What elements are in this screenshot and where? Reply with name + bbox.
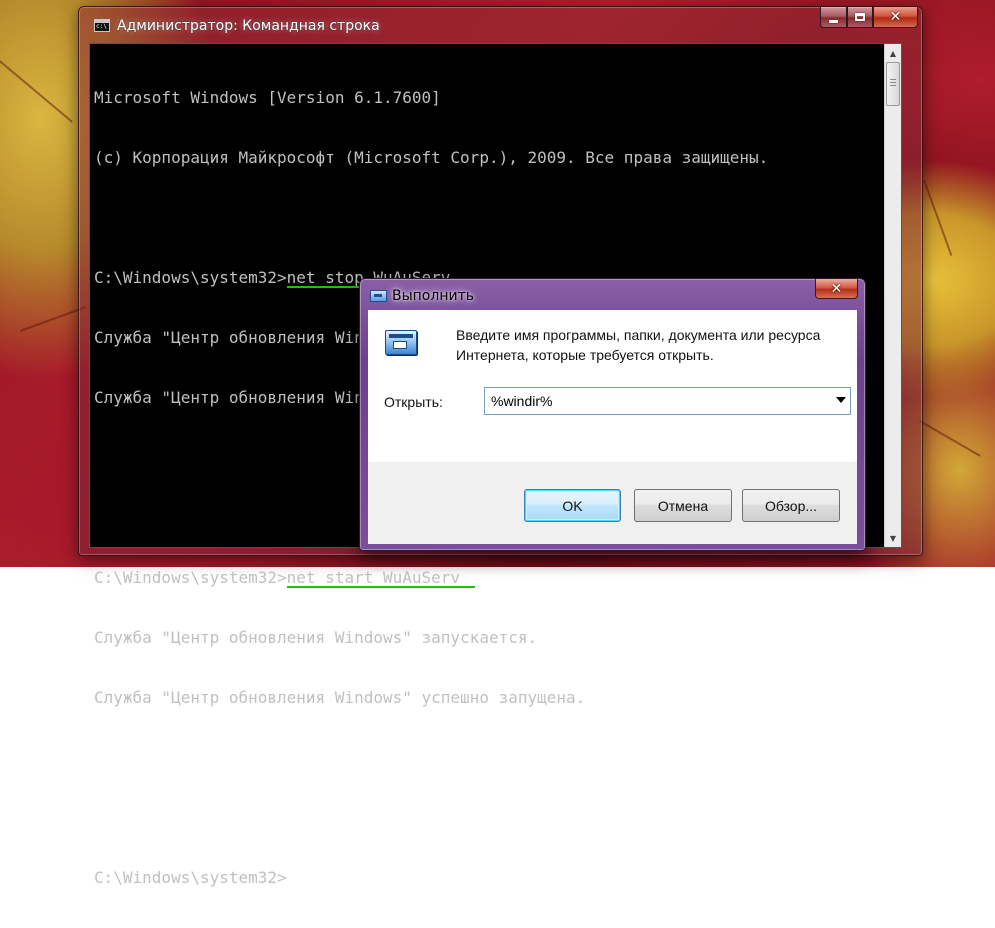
console-command-line: C:\Windows\system32>net start WuAuServ <box>94 568 768 588</box>
scroll-up-icon[interactable]: ▲ <box>886 45 900 61</box>
wallpaper-leaf-vein <box>0 60 73 123</box>
cmd-caption-buttons: ✕ <box>820 7 918 31</box>
run-description: Введите имя программы, папки, документа … <box>456 327 821 363</box>
cancel-button[interactable]: Отмена <box>634 489 732 522</box>
run-titlebar[interactable]: Выполнить ✕ <box>360 279 865 309</box>
console-line: Служба "Центр обновления Windows" запуск… <box>94 628 538 647</box>
open-input[interactable] <box>485 388 825 414</box>
close-icon: ✕ <box>889 9 902 25</box>
console-line: (c) Корпорация Майкрософт (Microsoft Cor… <box>94 148 769 167</box>
run-program-icon <box>385 330 417 355</box>
open-label: Открыть: <box>384 394 443 410</box>
wallpaper-leaf-vein <box>923 180 953 256</box>
close-button[interactable]: ✕ <box>873 7 918 28</box>
maximize-button[interactable] <box>847 7 873 28</box>
vertical-scrollbar[interactable]: ▲ ▼ <box>884 44 901 547</box>
console-prompt: C:\Windows\system32> <box>94 268 287 287</box>
run-dialog-title: Выполнить <box>392 288 474 304</box>
wallpaper-leaf-vein <box>20 306 87 332</box>
close-icon: ✕ <box>830 280 843 297</box>
maximize-icon <box>855 13 865 21</box>
command-highlight-underline <box>287 586 475 588</box>
run-dialog-body: Введите имя программы, папки, документа … <box>368 310 857 544</box>
minimize-icon <box>829 19 838 23</box>
cmd-titlebar[interactable]: Администратор: Командная строка ✕ <box>79 7 922 41</box>
run-content-panel: Введите имя программы, папки, документа … <box>368 310 857 462</box>
open-combobox[interactable] <box>484 387 851 415</box>
chevron-down-icon[interactable] <box>836 397 846 403</box>
console-prompt-line: C:\Windows\system32> <box>94 868 287 887</box>
scroll-down-icon[interactable]: ▼ <box>886 530 900 546</box>
run-close-button[interactable]: ✕ <box>815 279 858 299</box>
run-icon <box>370 290 387 302</box>
cmd-window-title: Администратор: Командная строка <box>117 18 380 34</box>
console-icon[interactable] <box>94 19 110 32</box>
browse-button[interactable]: Обзор... <box>742 489 840 522</box>
console-prompt: C:\Windows\system32> <box>94 568 287 587</box>
console-line: Служба "Центр обновления Windows" успешн… <box>94 688 586 707</box>
ok-button[interactable]: OK <box>524 489 621 522</box>
console-command: net start WuAuServ <box>286 568 461 587</box>
console-line: Microsoft Windows [Version 6.1.7600] <box>94 88 441 107</box>
scroll-thumb[interactable] <box>886 62 900 106</box>
minimize-button[interactable] <box>820 7 847 28</box>
wallpaper-leaf-vein <box>919 420 981 457</box>
run-dialog[interactable]: Выполнить ✕ Введите имя программы, папки… <box>359 278 866 551</box>
